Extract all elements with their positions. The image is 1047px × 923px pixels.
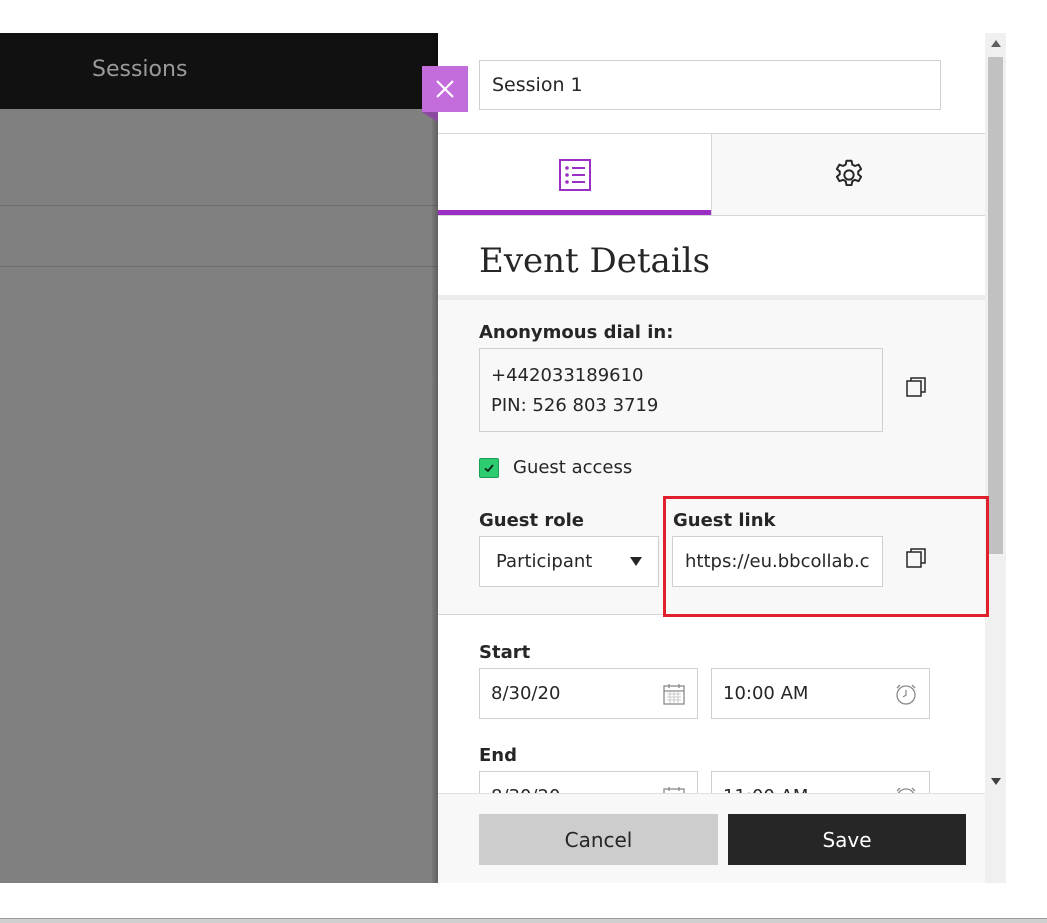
anonymous-dial-in-box: +442033189610 PIN: 526 803 3719: [479, 348, 883, 432]
tab-session-settings[interactable]: [712, 134, 985, 215]
close-icon: [436, 80, 454, 98]
background-row: [0, 206, 438, 267]
background-app: Sessions: [0, 33, 438, 883]
gear-icon: [835, 159, 862, 186]
background-header-title: Sessions: [92, 57, 188, 82]
checkmark-icon: [484, 464, 494, 473]
panel-footer: Cancel Save: [438, 793, 985, 883]
guest-role-value: Participant: [496, 551, 593, 572]
save-button[interactable]: Save: [728, 814, 966, 865]
caret-down-icon: [630, 556, 642, 566]
scroll-up-arrow[interactable]: [985, 33, 1006, 53]
guest-access-label: Guest access: [513, 457, 633, 478]
scroll-down-arrow[interactable]: [985, 771, 1006, 791]
background-header: Sessions: [0, 33, 438, 109]
end-label: End: [479, 745, 517, 766]
session-name-input[interactable]: [479, 60, 941, 110]
start-time-value: 10:00 AM: [723, 683, 809, 704]
calendar-icon[interactable]: [662, 682, 686, 706]
panel-tabs: [438, 133, 985, 216]
dial-in-pin: PIN: 526 803 3719: [491, 395, 659, 416]
close-panel-button[interactable]: [422, 66, 468, 112]
scroll-thumb[interactable]: [988, 57, 1003, 554]
start-time-input[interactable]: 10:00 AM: [711, 668, 930, 719]
panel-scrollbar[interactable]: [985, 33, 1006, 793]
copy-dial-in-icon[interactable]: [904, 374, 930, 400]
alarm-clock-icon[interactable]: [894, 682, 918, 706]
scrollbar-corner: [985, 793, 1006, 883]
guest-access-checkbox[interactable]: [479, 458, 499, 478]
copy-guest-link-icon[interactable]: [904, 545, 930, 571]
tab-event-details[interactable]: [438, 134, 712, 215]
window-bottom-border: [0, 918, 1047, 923]
close-tab-fold: [422, 112, 438, 122]
cancel-button[interactable]: Cancel: [479, 814, 718, 865]
dial-in-phone: +442033189610: [491, 365, 644, 386]
start-date-value: 8/30/20: [491, 683, 561, 704]
guest-role-select[interactable]: Participant: [479, 536, 659, 587]
start-label: Start: [479, 642, 531, 663]
anonymous-dial-in-label: Anonymous dial in:: [479, 322, 674, 343]
session-panel: Event Details Anonymous dial in: +442033…: [438, 33, 985, 883]
guest-link-label: Guest link: [673, 510, 776, 531]
section-title: Event Details: [479, 241, 711, 281]
guest-role-label: Guest role: [479, 510, 585, 531]
list-details-icon: [558, 158, 591, 191]
guest-link-input[interactable]: [672, 536, 883, 587]
start-date-input[interactable]: 8/30/20: [479, 668, 698, 719]
background-row: [0, 109, 438, 206]
